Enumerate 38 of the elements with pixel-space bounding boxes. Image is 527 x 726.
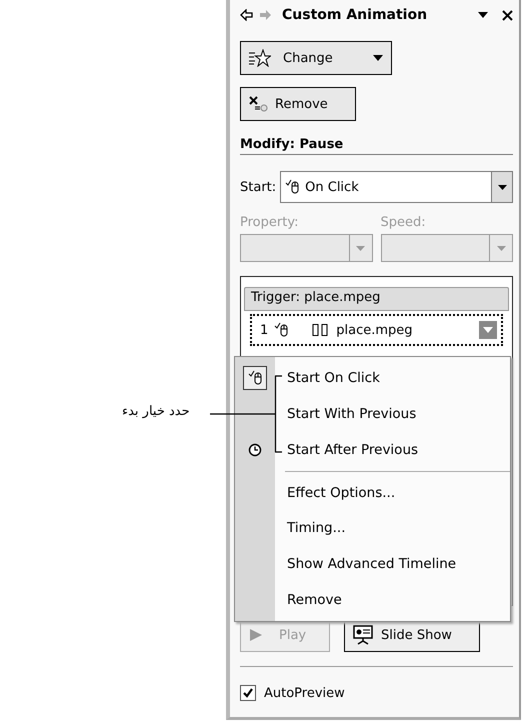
star-icon <box>249 49 271 67</box>
animation-item[interactable]: 1 place.mpeg <box>250 314 503 346</box>
dropdown-arrow-icon <box>356 246 365 250</box>
pause-icon <box>312 324 330 336</box>
caret-icon <box>483 327 493 333</box>
property-label: Property: <box>240 215 300 230</box>
trigger-header[interactable]: Trigger: place.mpeg <box>244 287 509 311</box>
dropdown-arrow-icon <box>498 184 506 190</box>
remove-button[interactable]: Remove <box>240 87 356 121</box>
start-dropdown[interactable]: On Click <box>280 171 513 203</box>
item-dropdown-button[interactable] <box>479 321 497 339</box>
section-heading: Modify: Pause <box>240 137 513 155</box>
play-icon <box>249 628 263 642</box>
menu-item[interactable]: Remove <box>287 592 342 608</box>
back-arrow-icon[interactable] <box>240 9 253 21</box>
menu-item[interactable]: Start On Click <box>287 370 380 386</box>
mouse-click-icon <box>285 179 300 195</box>
autopreview-checkbox[interactable] <box>240 685 256 701</box>
remove-effect-icon <box>249 96 269 112</box>
dropdown-arrow-icon[interactable] <box>478 12 488 18</box>
close-icon[interactable] <box>502 10 513 20</box>
menu-item[interactable]: Show Advanced Timeline <box>287 556 456 572</box>
annotation-label: حدد خيار بدء <box>122 404 190 419</box>
dropdown-arrow-icon <box>496 246 506 250</box>
autopreview-label: AutoPreview <box>264 686 345 700</box>
pane-title: Custom Animation <box>282 7 428 23</box>
item-number: 1 <box>260 322 268 338</box>
start-label: Start: <box>240 180 276 194</box>
mouse-click-icon <box>274 322 288 338</box>
projector-screen-icon <box>353 625 373 645</box>
caret-icon <box>373 55 383 61</box>
change-button[interactable]: Change <box>240 41 392 75</box>
speed-label: Speed: <box>380 215 427 230</box>
menu-item[interactable]: Start After Previous <box>287 442 418 458</box>
menu-item[interactable]: Effect Options... <box>287 484 396 500</box>
menu-item[interactable]: Start With Previous <box>287 406 416 422</box>
item-name: place.mpeg <box>336 322 414 338</box>
menu-item[interactable]: Timing... <box>287 520 346 536</box>
